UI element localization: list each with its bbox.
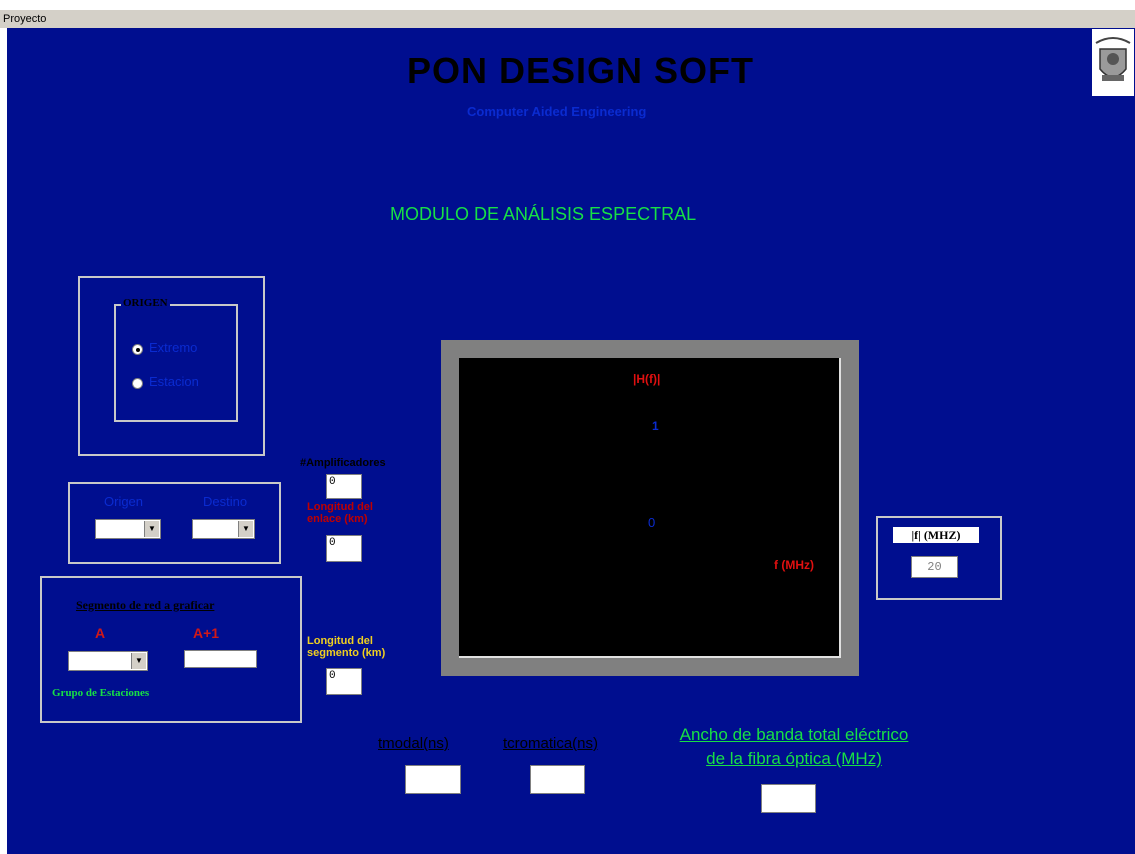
segmento-a1-label: A+1 [193,625,220,641]
longitud-enlace-label: Longitud del enlace (km) [307,501,373,525]
chevron-down-icon[interactable]: ▼ [131,653,146,669]
radio-estacion-label[interactable]: Estacion [149,374,199,389]
segmento-legend: Segmento de red a graficar [74,598,217,613]
chart-tick-1: 1 [652,419,659,433]
grupo-estaciones-label: Grupo de Estaciones [52,687,150,699]
origen-groupbox [114,304,238,422]
freq-label: |f| (MHZ) [893,527,979,543]
destino-label: Destino [203,494,248,509]
segmento-a1-input[interactable] [184,650,257,668]
menu-proyecto[interactable]: Proyecto [0,13,46,25]
segmento-a-select[interactable]: ▼ [68,651,148,671]
chart-tick-0: 0 [648,515,656,530]
bandwidth-output [761,784,816,813]
chart-x-title: f (MHz) [774,558,814,572]
chevron-down-icon[interactable]: ▼ [238,521,253,537]
app-title: PON DESIGN SOFT [407,50,755,91]
chevron-down-icon[interactable]: ▼ [144,521,159,537]
radio-extremo-label[interactable]: Extremo [149,340,197,355]
tcromatica-output [530,765,585,794]
radio-extremo[interactable] [132,344,143,355]
tmodal-output [405,765,461,794]
origen-label: Origen [104,494,144,509]
bandwidth-label-line2: de la fibra óptica (MHz) [706,749,882,768]
radio-estacion[interactable] [132,378,143,389]
origen-legend: ORIGEN [121,297,170,309]
bandwidth-label-line1: Ancho de banda total eléctrico [679,725,909,744]
origen-select[interactable]: ▼ [95,519,161,539]
tcromatica-label: tcromatica(ns) [503,735,599,752]
longitud-segmento-input[interactable]: 0 [326,668,362,695]
main-window: PON DESIGN SOFT Computer Aided Engineeri… [7,28,1135,854]
segmento-a-label: A [95,625,106,641]
destino-select[interactable]: ▼ [192,519,255,539]
module-title: MODULO DE ANÁLISIS ESPECTRAL [390,204,697,224]
menu-bar: Proyecto [0,10,1135,28]
bandwidth-label: Ancho de banda total eléctrico de la fib… [644,723,944,771]
tmodal-label: tmodal(ns) [378,735,449,752]
amplificadores-input[interactable]: 0 [326,474,362,499]
longitud-enlace-input[interactable]: 0 [326,535,362,562]
longitud-segmento-label: Longitud del segmento (km) [307,635,386,659]
chart-area [459,358,841,658]
chart-y-title: |H(f)| [633,372,661,386]
university-seal-logo [1092,29,1134,96]
freq-input[interactable]: 20 [911,556,958,578]
amplificadores-label: #Amplificadores [300,457,386,469]
app-subtitle: Computer Aided Engineering [467,104,647,119]
